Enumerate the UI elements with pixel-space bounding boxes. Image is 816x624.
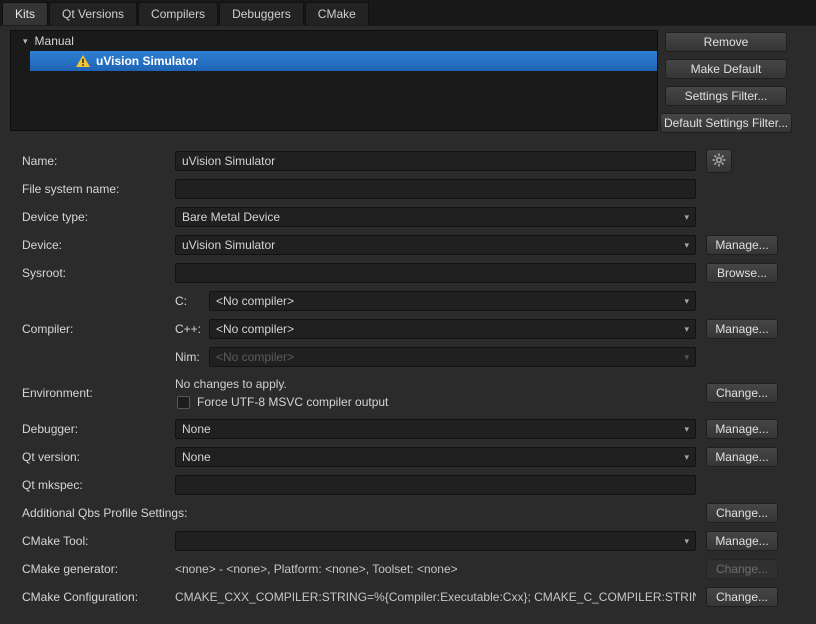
row-qt-version: Qt version: None ▾ Manage... (22, 443, 778, 471)
device-manage-button[interactable]: Manage... (706, 235, 778, 255)
compiler-nim-value: <No compiler> (216, 350, 294, 364)
kit-list-panel: ▾ Manual uVision Simulator (10, 30, 658, 131)
kit-item-uvision-simulator[interactable]: uVision Simulator (30, 51, 657, 71)
tab-kits[interactable]: Kits (2, 2, 48, 25)
row-name: Name: uVision Simulator (22, 147, 778, 175)
qt-mkspec-input[interactable] (175, 475, 696, 495)
device-select[interactable]: uVision Simulator ▾ (175, 235, 696, 255)
qt-version-manage-button[interactable]: Manage... (706, 447, 778, 467)
row-cmake-generator: CMake generator: <none> - <none>, Platfo… (22, 555, 778, 583)
name-input[interactable]: uVision Simulator (175, 151, 696, 171)
compiler-nim-label: Nim: (175, 350, 209, 364)
chevron-down-icon: ▾ (684, 424, 689, 435)
kit-actions: Remove Make Default Settings Filter... D… (660, 32, 792, 133)
kit-item-label: uVision Simulator (96, 54, 198, 68)
name-value: uVision Simulator (182, 154, 275, 168)
kit-group-manual[interactable]: ▾ Manual (11, 31, 657, 51)
expand-arrow-icon: ▾ (23, 36, 28, 47)
compiler-c-value: <No compiler> (216, 294, 294, 308)
compiler-label: Compiler: (22, 322, 175, 336)
row-device: Device: uVision Simulator ▾ Manage... (22, 231, 778, 259)
qt-version-value: None (182, 450, 211, 464)
debugger-label: Debugger: (22, 422, 175, 436)
file-system-name-input[interactable] (175, 179, 696, 199)
environment-status: No changes to apply. (175, 377, 696, 391)
tab-bar: Kits Qt Versions Compilers Debuggers CMa… (0, 0, 816, 26)
row-debugger: Debugger: None ▾ Manage... (22, 415, 778, 443)
chevron-down-icon: ▾ (684, 240, 689, 251)
cmake-tool-select[interactable]: ▾ (175, 531, 696, 551)
cmake-configuration-change-button[interactable]: Change... (706, 587, 778, 607)
gear-icon (712, 153, 726, 170)
cmake-configuration-label: CMake Configuration: (22, 590, 175, 604)
cmake-generator-label: CMake generator: (22, 562, 175, 576)
qbs-change-button[interactable]: Change... (706, 503, 778, 523)
cmake-tool-manage-button[interactable]: Manage... (706, 531, 778, 551)
cmake-generator-value: <none> - <none>, Platform: <none>, Tools… (175, 562, 696, 576)
sysroot-input[interactable] (175, 263, 696, 283)
tab-debuggers[interactable]: Debuggers (219, 2, 304, 25)
row-sysroot: Sysroot: Browse... (22, 259, 778, 287)
kit-form: Name: uVision Simulator (22, 147, 778, 611)
row-file-system-name: File system name: (22, 175, 778, 203)
remove-button[interactable]: Remove (665, 32, 787, 52)
make-default-button[interactable]: Make Default (665, 59, 787, 79)
settings-filter-button[interactable]: Settings Filter... (665, 86, 787, 106)
chevron-down-icon: ▾ (684, 352, 689, 363)
kit-group-label: Manual (35, 34, 74, 48)
debugger-value: None (182, 422, 211, 436)
row-cmake-configuration: CMake Configuration: CMAKE_CXX_COMPILER:… (22, 583, 778, 611)
name-label: Name: (22, 154, 175, 168)
device-type-select[interactable]: Bare Metal Device ▾ (175, 207, 696, 227)
warning-icon (76, 55, 90, 67)
cmake-configuration-value: CMAKE_CXX_COMPILER:STRING=%{Compiler:Exe… (175, 590, 696, 604)
chevron-down-icon: ▾ (684, 212, 689, 223)
kit-icon-button[interactable] (706, 149, 732, 173)
file-system-name-label: File system name: (22, 182, 175, 196)
sysroot-browse-button[interactable]: Browse... (706, 263, 778, 283)
default-settings-filter-button[interactable]: Default Settings Filter... (660, 113, 792, 133)
row-qt-mkspec: Qt mkspec: (22, 471, 778, 499)
chevron-down-icon: ▾ (684, 452, 689, 463)
environment-change-button[interactable]: Change... (706, 383, 778, 403)
environment-label: Environment: (22, 386, 175, 400)
compiler-cxx-select[interactable]: <No compiler> ▾ (209, 319, 696, 339)
row-compiler-cxx: Compiler: C++: <No compiler> ▾ Manage... (22, 315, 778, 343)
device-value: uVision Simulator (182, 238, 275, 252)
chevron-down-icon: ▾ (684, 324, 689, 335)
tab-cmake[interactable]: CMake (305, 2, 369, 25)
debugger-manage-button[interactable]: Manage... (706, 419, 778, 439)
qt-mkspec-label: Qt mkspec: (22, 478, 175, 492)
qbs-settings-label: Additional Qbs Profile Settings: (22, 506, 175, 520)
row-cmake-tool: CMake Tool: ▾ Manage... (22, 527, 778, 555)
qt-version-label: Qt version: (22, 450, 175, 464)
row-environment: Environment: No changes to apply. Force … (22, 371, 778, 415)
device-type-value: Bare Metal Device (182, 210, 280, 224)
tab-compilers[interactable]: Compilers (138, 2, 218, 25)
device-type-label: Device type: (22, 210, 175, 224)
tab-qt-versions[interactable]: Qt Versions (49, 2, 137, 25)
chevron-down-icon: ▾ (684, 296, 689, 307)
compiler-cxx-value: <No compiler> (216, 322, 294, 336)
sysroot-label: Sysroot: (22, 266, 175, 280)
force-utf8-checkbox[interactable] (177, 396, 190, 409)
compiler-c-select[interactable]: <No compiler> ▾ (209, 291, 696, 311)
row-qbs-settings: Additional Qbs Profile Settings: Change.… (22, 499, 778, 527)
force-utf8-checkbox-label: Force UTF-8 MSVC compiler output (197, 395, 388, 409)
row-compiler-nim: Nim: <No compiler> ▾ (22, 343, 778, 371)
debugger-select[interactable]: None ▾ (175, 419, 696, 439)
cmake-generator-change-button: Change... (706, 559, 778, 579)
row-compiler-c: C: <No compiler> ▾ (22, 287, 778, 315)
row-device-type: Device type: Bare Metal Device ▾ (22, 203, 778, 231)
chevron-down-icon: ▾ (684, 536, 689, 547)
compiler-nim-select: <No compiler> ▾ (209, 347, 696, 367)
qt-version-select[interactable]: None ▾ (175, 447, 696, 467)
compiler-manage-button[interactable]: Manage... (706, 319, 778, 339)
device-label: Device: (22, 238, 175, 252)
compiler-c-label: C: (175, 294, 209, 308)
cmake-tool-label: CMake Tool: (22, 534, 175, 548)
compiler-cxx-label: C++: (175, 322, 209, 336)
